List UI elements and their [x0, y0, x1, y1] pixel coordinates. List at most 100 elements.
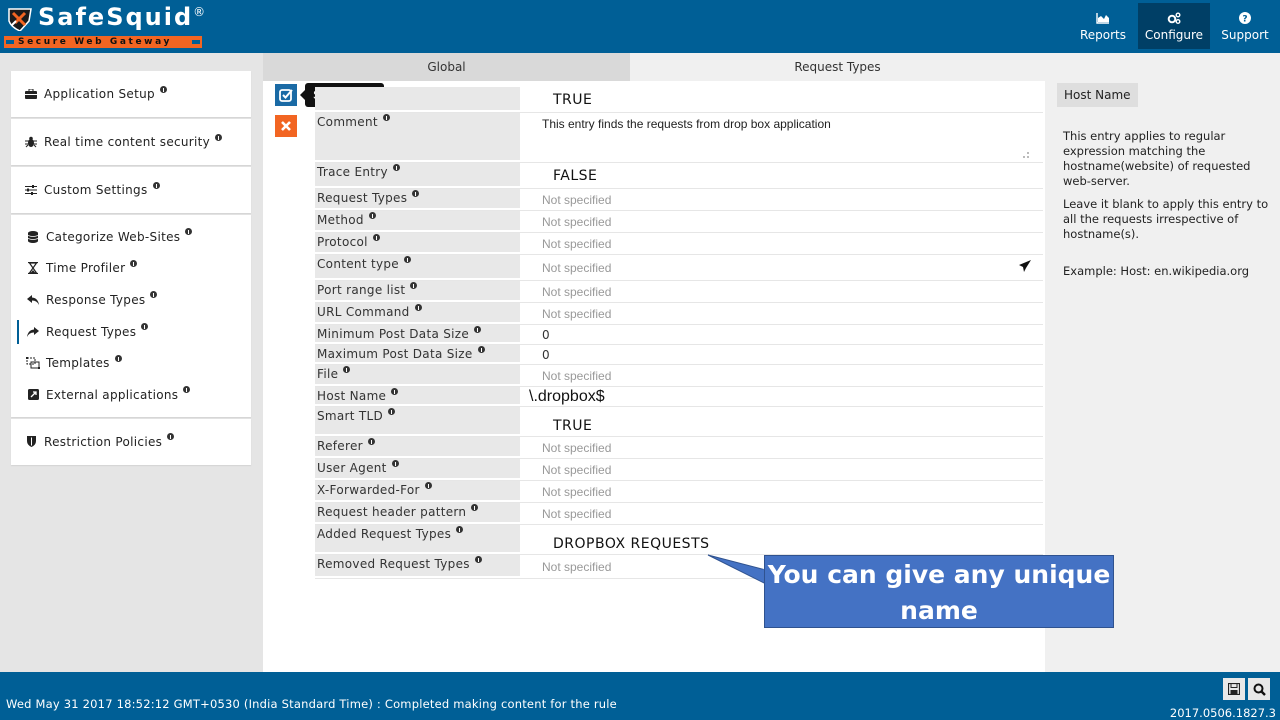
form-row: TRUE: [315, 87, 1043, 113]
help-title: Host Name: [1057, 83, 1138, 107]
field-label-text: Removed Request Types: [317, 557, 470, 571]
cancel-button[interactable]: [275, 115, 297, 137]
field-value-text: Not specified: [542, 214, 612, 229]
info-icon[interactable]: [471, 504, 479, 511]
info-icon[interactable]: [410, 282, 418, 289]
search-button[interactable]: [1248, 678, 1270, 700]
field-value[interactable]: TRUE: [520, 407, 1043, 436]
sidebar-item-restriction-policies[interactable]: Restriction Policies: [11, 419, 251, 465]
sidebar-item-external-applications[interactable]: External applications: [11, 379, 251, 411]
field-value[interactable]: 0: [520, 345, 1043, 364]
info-icon[interactable]: [391, 388, 399, 395]
field-value[interactable]: Not specified: [520, 189, 1043, 210]
info-icon[interactable]: [185, 228, 193, 236]
info-icon[interactable]: [414, 304, 422, 311]
field-value[interactable]: \.dropbox$: [520, 387, 1043, 406]
nav-support[interactable]: ? Support: [1210, 3, 1280, 49]
info-icon[interactable]: [367, 438, 375, 445]
tab-global[interactable]: Global: [263, 53, 630, 81]
info-icon[interactable]: [130, 259, 138, 267]
field-label-text: URL Command: [317, 305, 410, 319]
save-policy-button[interactable]: [275, 84, 297, 106]
sidebar-item-application-setup[interactable]: Application Setup: [11, 71, 251, 117]
info-icon[interactable]: [382, 114, 390, 121]
safesquid-logo[interactable]: SafeSquid® Secure Web Gateway: [4, 3, 205, 51]
nav-configure[interactable]: Configure: [1138, 3, 1210, 49]
field-value[interactable]: DROPBOX REQUESTS: [520, 525, 1043, 554]
field-value-text: Not specified: [542, 559, 612, 574]
field-value[interactable]: TRUE: [520, 87, 1043, 112]
field-value[interactable]: Not specified: [520, 365, 1043, 386]
info-icon[interactable]: [456, 526, 464, 533]
field-value[interactable]: Not specified: [520, 255, 1043, 280]
resize-handle[interactable]: [1023, 152, 1029, 158]
field-value[interactable]: 0: [520, 325, 1043, 344]
info-icon[interactable]: [159, 85, 167, 93]
info-icon[interactable]: [392, 164, 400, 171]
field-label-text: Added Request Types: [317, 527, 452, 541]
nav-reports[interactable]: Reports: [1068, 3, 1138, 49]
field-label-text: Host Name: [317, 389, 387, 403]
sidebar-item-custom-settings[interactable]: Custom Settings: [11, 167, 251, 213]
field-label-text: Port range list: [317, 283, 406, 297]
sidebar-item-templates[interactable]: Templates: [11, 347, 251, 379]
field-value-text: Not specified: [542, 284, 612, 299]
info-icon[interactable]: [141, 323, 149, 331]
sidebar-group: Real time content security: [11, 119, 251, 165]
info-icon[interactable]: [183, 386, 191, 394]
sidebar-item-label: Request Types: [46, 324, 137, 339]
sidebar-item-response-types[interactable]: Response Types: [11, 284, 251, 316]
info-icon[interactable]: [150, 291, 158, 299]
check-square-icon: [279, 89, 293, 102]
info-icon[interactable]: [403, 256, 411, 263]
info-icon[interactable]: [477, 346, 485, 353]
field-label-text: Method: [317, 213, 364, 227]
info-icon[interactable]: [215, 133, 223, 141]
bug-icon: [24, 135, 38, 149]
info-icon[interactable]: [368, 212, 376, 219]
field-value[interactable]: Not specified: [520, 437, 1043, 458]
info-icon[interactable]: [167, 433, 175, 441]
field-value-text: Not specified: [542, 192, 612, 207]
field-value-text: \.dropbox$: [529, 387, 605, 405]
sidebar-item-label: Restriction Policies: [44, 434, 163, 449]
field-value[interactable]: Not specified: [520, 303, 1043, 324]
info-icon[interactable]: [424, 482, 432, 489]
info-icon[interactable]: [412, 190, 420, 197]
info-icon[interactable]: [391, 460, 399, 467]
version-label: 2017.0506.1827.3: [1169, 706, 1276, 720]
field-label-text: Minimum Post Data Size: [317, 327, 470, 341]
sidebar-item-categorize-web-sites[interactable]: Categorize Web-Sites: [11, 221, 251, 253]
field-value[interactable]: Not specified: [520, 211, 1043, 232]
field-value[interactable]: Not specified: [520, 481, 1043, 502]
sidebar-item-real-time-content-security[interactable]: Real time content security: [11, 119, 251, 165]
field-value[interactable]: FALSE: [520, 163, 1043, 188]
save-button[interactable]: [1223, 678, 1245, 700]
field-value[interactable]: Not specified: [520, 281, 1043, 302]
info-icon[interactable]: [372, 234, 380, 241]
form-row: Host Name \.dropbox$: [315, 387, 1043, 407]
info-icon[interactable]: [152, 181, 160, 189]
form-row: Request Types Not specified: [315, 189, 1043, 211]
field-value[interactable]: Not specified: [520, 233, 1043, 254]
info-icon[interactable]: [388, 408, 396, 415]
field-label-text: Trace Entry: [317, 165, 388, 179]
field-label-text: Request Types: [317, 191, 408, 205]
form-row: X-Forwarded-For Not specified: [315, 481, 1043, 503]
sidebar-item-request-types[interactable]: Request Types: [11, 316, 251, 348]
sidebar-item-label: Templates: [46, 356, 110, 371]
comment-textarea[interactable]: This entry finds the requests from drop …: [520, 113, 1043, 162]
field-value[interactable]: Not specified: [520, 459, 1043, 480]
info-icon[interactable]: [474, 326, 482, 333]
help-example: Example: Host: en.wikipedia.org: [1063, 264, 1250, 278]
info-icon[interactable]: [474, 556, 482, 563]
field-value[interactable]: Not specified: [520, 503, 1043, 524]
field-value-text: TRUE: [553, 418, 593, 434]
info-icon[interactable]: [343, 366, 351, 373]
paper-plane-icon[interactable]: [1019, 260, 1031, 272]
field-label: File: [315, 365, 520, 384]
form-row: Content type Not specified: [315, 255, 1043, 281]
sidebar-item-time-profiler[interactable]: Time Profiler: [11, 253, 251, 285]
tab-request-types[interactable]: Request Types: [630, 53, 1045, 81]
info-icon[interactable]: [114, 354, 122, 362]
